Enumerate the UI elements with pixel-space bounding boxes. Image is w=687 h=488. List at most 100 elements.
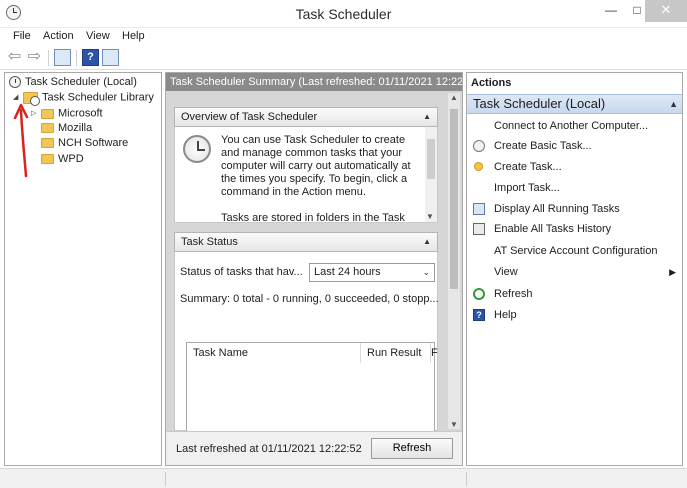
action-label: Enable All Tasks History	[494, 223, 612, 235]
action-label: Import Task...	[494, 182, 560, 194]
action-create-task[interactable]: Create Task...	[467, 157, 682, 177]
actions-group-title: Task Scheduler (Local)	[473, 96, 606, 111]
chevron-down-icon[interactable]: ⌄	[422, 264, 430, 281]
overview-scrollbar[interactable]: ▼	[425, 127, 437, 222]
action-import-task[interactable]: Import Task...	[467, 178, 682, 198]
tree-item-root[interactable]: Task Scheduler (Local)	[9, 75, 137, 90]
summary-footer: Last refreshed at 01/11/2021 12:22:52 Re…	[166, 431, 462, 465]
action-label: Connect to Another Computer...	[494, 120, 649, 132]
status-period-dropdown[interactable]: Last 24 hours ⌄	[309, 263, 435, 282]
summary-scrollbar[interactable]: ▲ ▼	[448, 93, 460, 429]
tree-item-label: WPD	[58, 153, 84, 165]
folder-icon	[41, 138, 54, 149]
column-header-task-name[interactable]: Task Name	[187, 343, 361, 363]
actions-group-header[interactable]: Task Scheduler (Local) ▲	[467, 94, 682, 114]
task-status-section-header[interactable]: Task Status ▲	[174, 232, 438, 252]
action-at-service-account[interactable]: AT Service Account Configuration	[467, 241, 682, 261]
last-refreshed-text: Last refreshed at 01/11/2021 12:22:52	[176, 443, 362, 455]
menu-action[interactable]: Action	[43, 30, 74, 42]
show-hide-console-tree-icon[interactable]	[54, 49, 71, 66]
action-label: View	[494, 266, 518, 278]
menu-bar: File Action View Help	[0, 28, 687, 46]
tree-item-wpd[interactable]: WPD	[41, 152, 84, 167]
refresh-icon	[473, 288, 485, 300]
annotation-arrow-icon	[13, 103, 29, 178]
action-label: Display All Running Tasks	[494, 203, 620, 215]
scroll-down-icon[interactable]: ▼	[426, 212, 434, 221]
clock-icon	[9, 76, 21, 89]
action-label: Create Basic Task...	[494, 140, 592, 152]
tree-item-label: Mozilla	[58, 122, 93, 134]
task-status-table[interactable]: Task Name Run Result F	[186, 342, 438, 432]
close-button[interactable]: ✕	[645, 0, 687, 22]
tree-item-label: Task Scheduler Library	[42, 91, 154, 104]
overview-paragraph: Tasks are stored in folders in the Task	[221, 212, 405, 223]
forward-arrow-icon[interactable]: ⇨	[26, 49, 43, 66]
collapse-icon[interactable]: ▲	[669, 95, 678, 113]
folder-icon	[41, 154, 54, 165]
clock-icon	[183, 135, 211, 163]
status-bar	[0, 468, 687, 488]
tree-item-label: Microsoft	[58, 107, 103, 120]
toolbar-separator	[76, 50, 77, 66]
tree-item-label: Task Scheduler (Local)	[25, 76, 137, 88]
tree-item-nch-software[interactable]: NCH Software	[41, 136, 128, 151]
window-title: Task Scheduler	[295, 6, 392, 22]
status-filter-label: Status of tasks that hav...	[180, 266, 303, 278]
task-summary-text: Summary: 0 total - 0 running, 0 succeede…	[180, 293, 439, 305]
column-header-truncated[interactable]: F	[431, 343, 438, 363]
summary-header: Task Scheduler Summary (Last refreshed: …	[166, 73, 462, 91]
action-create-basic-task[interactable]: Create Basic Task...	[467, 136, 682, 156]
action-enable-tasks-history[interactable]: Enable All Tasks History	[467, 219, 682, 239]
menu-help[interactable]: Help	[122, 30, 145, 42]
overview-paragraph: You can use Task Scheduler to create and…	[221, 134, 411, 198]
show-hide-action-pane-icon[interactable]	[102, 49, 119, 66]
status-bar-divider	[466, 472, 467, 486]
history-icon	[473, 223, 485, 235]
action-display-running-tasks[interactable]: Display All Running Tasks	[467, 199, 682, 219]
clock-icon	[473, 140, 485, 152]
action-label: Help	[494, 309, 517, 321]
menu-view[interactable]: View	[86, 30, 110, 42]
overview-section-header[interactable]: Overview of Task Scheduler ▲	[174, 107, 438, 127]
action-help[interactable]: ? Help	[467, 305, 682, 325]
toolbar: ⇦ ⇨ ?	[0, 46, 687, 70]
menu-file[interactable]: File	[13, 30, 31, 42]
refresh-button[interactable]: Refresh	[371, 438, 453, 459]
overview-text: You can use Task Scheduler to create and…	[221, 134, 421, 223]
dropdown-value: Last 24 hours	[314, 266, 381, 278]
title-bar: Task Scheduler — □ ✕	[0, 0, 687, 28]
action-refresh[interactable]: Refresh	[467, 284, 682, 304]
scrollbar-thumb[interactable]	[450, 109, 458, 289]
back-arrow-icon[interactable]: ⇦	[6, 49, 23, 66]
help-icon: ?	[473, 309, 485, 321]
collapse-icon[interactable]: ▲	[423, 108, 431, 126]
folder-icon	[41, 123, 54, 134]
scroll-down-icon[interactable]: ▼	[450, 420, 458, 429]
summary-pane: Task Scheduler Summary (Last refreshed: …	[165, 72, 463, 466]
tree-item-label: NCH Software	[58, 137, 129, 149]
section-title: Task Status	[181, 236, 238, 248]
folder-icon	[41, 108, 54, 119]
action-connect-computer[interactable]: Connect to Another Computer...	[467, 116, 682, 136]
minimize-button[interactable]: —	[598, 0, 624, 22]
scrollbar-thumb[interactable]	[427, 139, 435, 179]
collapse-icon[interactable]: ▲	[423, 233, 431, 251]
actions-title: Actions	[471, 77, 512, 89]
submenu-arrow-icon: ▶	[669, 267, 676, 277]
actions-pane: Actions Task Scheduler (Local) ▲ Connect…	[466, 72, 683, 466]
action-view[interactable]: View ▶	[467, 262, 682, 282]
column-header-run-result[interactable]: Run Result	[361, 343, 431, 363]
overview-section-body: You can use Task Scheduler to create and…	[174, 127, 438, 223]
section-title: Overview of Task Scheduler	[181, 111, 318, 123]
status-bar-divider	[165, 472, 166, 486]
task-icon	[474, 162, 483, 171]
action-label: AT Service Account Configuration	[494, 245, 658, 257]
action-label: Refresh	[494, 288, 533, 300]
help-icon[interactable]: ?	[82, 49, 99, 66]
scroll-up-icon[interactable]: ▲	[450, 93, 458, 102]
action-label: Create Task...	[494, 161, 562, 173]
tree-item-mozilla[interactable]: Mozilla	[41, 121, 92, 136]
window-icon	[473, 203, 485, 215]
toolbar-separator	[48, 50, 49, 66]
